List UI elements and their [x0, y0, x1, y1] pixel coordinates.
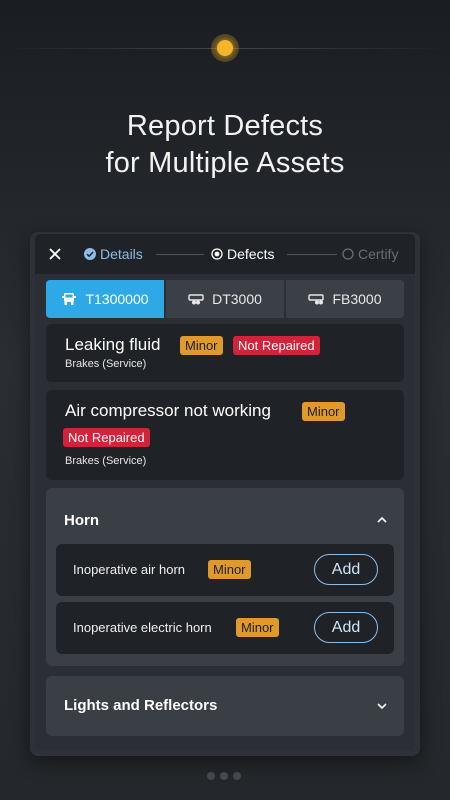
progress-indicator-dot: [211, 34, 239, 62]
add-button[interactable]: Add: [314, 612, 378, 643]
defect-card[interactable]: Leaking fluid Minor Not Repaired Brakes …: [46, 324, 404, 382]
headline-line-1: Report Defects: [126, 110, 324, 142]
item-label: Inoperative air horn: [73, 562, 186, 577]
severity-badge: Minor: [236, 618, 279, 637]
step-connector: [287, 254, 337, 255]
defect-card[interactable]: Air compressor not working Minor Not Rep…: [46, 390, 404, 480]
step-details-label: Details: [100, 246, 143, 262]
status-badge: Not Repaired: [233, 336, 320, 355]
severity-badge: Minor: [208, 560, 251, 579]
tab-label: FB3000: [332, 291, 382, 307]
defect-title: Leaking fluid: [65, 335, 161, 354]
tab-label: T1300000: [85, 291, 149, 307]
page-indicator: [207, 772, 241, 780]
radio-selected-icon: [211, 248, 223, 260]
step-defects-label: Defects: [227, 246, 275, 262]
section-title: Horn: [64, 512, 99, 529]
truck-icon: [62, 293, 77, 305]
asset-tabs: T1300000 DT3000 FB3000: [46, 280, 404, 318]
step-defects[interactable]: Defects: [211, 246, 274, 262]
section-title: Lights and Reflectors: [64, 697, 218, 714]
section-horn: Horn Inoperative air horn Minor Add Inop…: [46, 488, 404, 666]
tab-fb3000[interactable]: FB3000: [286, 280, 404, 318]
section-lights[interactable]: Lights and Reflectors: [46, 676, 404, 736]
trailer-icon: [188, 294, 204, 305]
step-connector: [156, 254, 204, 255]
item-label: Inoperative electric horn: [73, 620, 212, 635]
check-circle-icon: [84, 248, 96, 260]
page-dot[interactable]: [207, 772, 215, 780]
step-details[interactable]: Details: [84, 246, 143, 262]
chevron-up-icon[interactable]: [376, 516, 388, 524]
tab-dt3000[interactable]: DT3000: [166, 280, 284, 318]
radio-empty-icon: [342, 248, 354, 260]
list-item: Inoperative air horn Minor Add: [56, 544, 394, 596]
list-item: Inoperative electric horn Minor Add: [56, 602, 394, 654]
app-screen: Details Defects Certify T1300000 DT3000 …: [35, 234, 415, 750]
headline-line-2: for Multiple Assets: [105, 147, 345, 179]
status-badge: Not Repaired: [63, 428, 150, 447]
page-dot[interactable]: [233, 772, 241, 780]
chevron-down-icon[interactable]: [376, 702, 388, 710]
page-dot[interactable]: [220, 772, 228, 780]
step-certify-label: Certify: [358, 246, 399, 262]
defect-category: Brakes (Service): [65, 358, 147, 370]
tab-label: DT3000: [212, 291, 262, 307]
tab-t1300000[interactable]: T1300000: [46, 280, 164, 318]
defect-category: Brakes (Service): [65, 455, 147, 467]
headline: Report Defects for Multiple Assets: [0, 108, 450, 182]
severity-badge: Minor: [180, 336, 223, 355]
stepper-bar: Details Defects Certify: [35, 234, 415, 274]
close-icon[interactable]: [45, 244, 65, 264]
defect-title: Air compressor not working: [65, 401, 271, 420]
trailer-icon: [308, 294, 325, 305]
step-certify[interactable]: Certify: [342, 246, 398, 262]
severity-badge: Minor: [302, 402, 345, 421]
add-button[interactable]: Add: [314, 554, 378, 585]
